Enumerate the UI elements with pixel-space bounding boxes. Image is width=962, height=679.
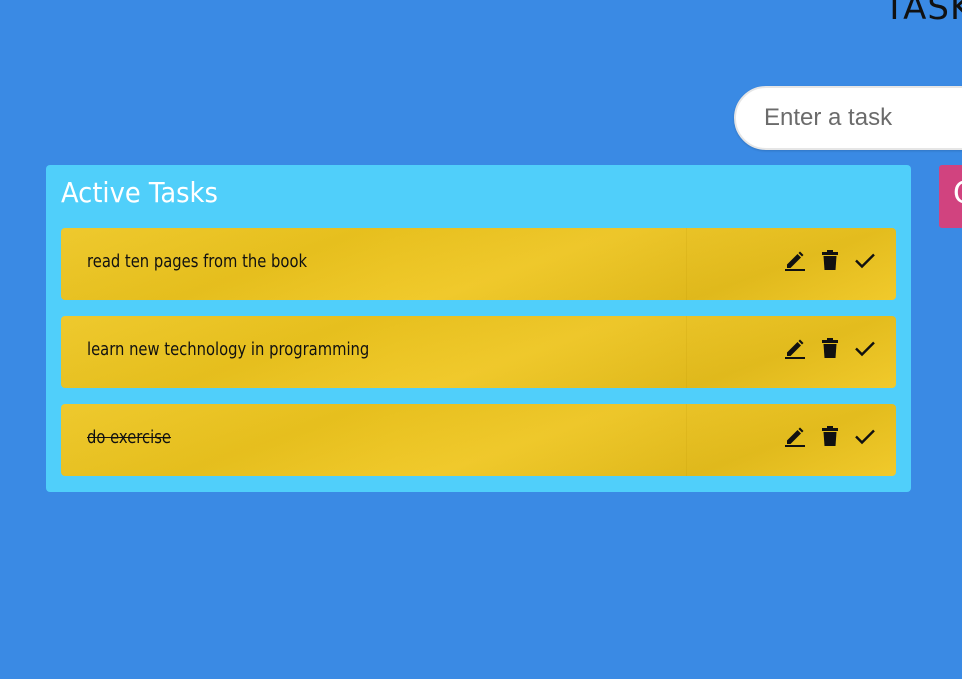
task-text: read ten pages from the book	[87, 251, 308, 272]
add-task-button[interactable]: C	[939, 165, 962, 228]
app-title: TASKS	[884, 0, 962, 28]
task-item: read ten pages from the book	[61, 228, 896, 300]
trash-icon[interactable]	[819, 336, 841, 360]
check-icon[interactable]	[854, 336, 876, 360]
panel-title: Active Tasks	[61, 176, 218, 209]
trash-icon[interactable]	[819, 424, 841, 448]
task-text: learn new technology in programming	[87, 339, 370, 360]
trash-icon[interactable]	[819, 248, 841, 272]
edit-icon[interactable]	[784, 248, 806, 272]
task-actions	[784, 248, 876, 272]
task-actions	[784, 336, 876, 360]
task-text: do exercise	[87, 427, 172, 448]
task-item: learn new technology in programming	[61, 316, 896, 388]
active-tasks-panel: Active Tasks read ten pages from the boo…	[46, 165, 911, 492]
task-input[interactable]	[734, 86, 962, 150]
task-actions	[784, 424, 876, 448]
task-item: do exercise	[61, 404, 896, 476]
check-icon[interactable]	[854, 424, 876, 448]
task-list: read ten pages from the book learn new t…	[61, 228, 896, 492]
check-icon[interactable]	[854, 248, 876, 272]
edit-icon[interactable]	[784, 424, 806, 448]
edit-icon[interactable]	[784, 336, 806, 360]
